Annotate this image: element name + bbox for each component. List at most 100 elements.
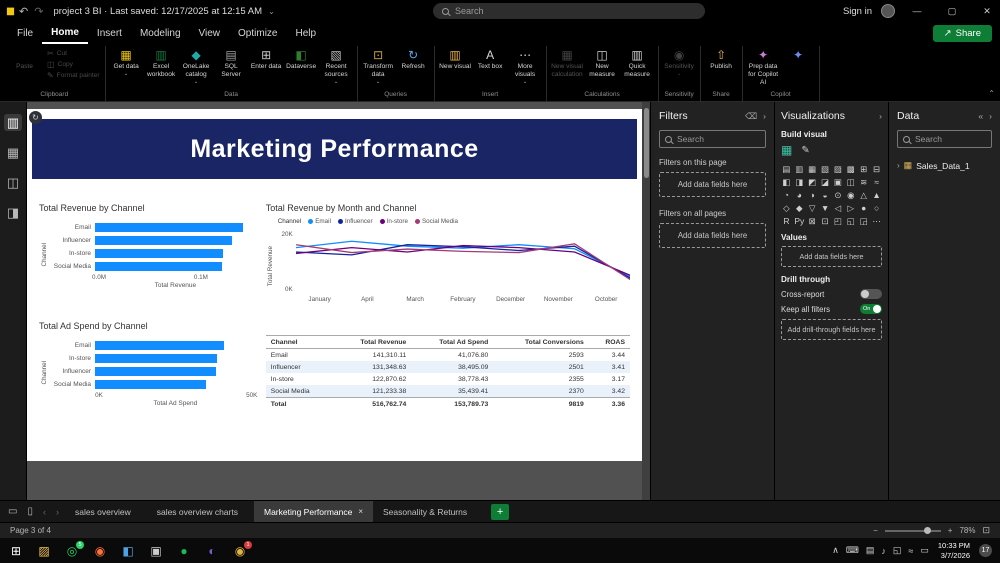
search-input[interactable] xyxy=(455,6,696,16)
collapse-panel-icon[interactable]: › xyxy=(763,111,766,121)
visual-type-icon[interactable]: ▧ xyxy=(820,163,831,175)
filters-search-input[interactable] xyxy=(677,134,760,144)
page-tab[interactable]: Seasonality & Returns xyxy=(373,501,483,522)
scrollbar-thumb[interactable] xyxy=(643,108,649,178)
taskbar-app-icon[interactable]: ◎ 5 xyxy=(64,540,84,558)
maximize-button[interactable]: ▢ xyxy=(939,6,965,17)
data-search-input[interactable] xyxy=(915,134,986,144)
ribbon-button[interactable]: A Text box xyxy=(473,46,508,72)
ribbon-button[interactable]: ↻ Refresh xyxy=(396,46,431,72)
data-search[interactable] xyxy=(897,130,992,148)
visual-type-icon[interactable]: ● xyxy=(858,202,869,214)
canvas-vertical-scrollbar[interactable] xyxy=(642,102,650,500)
tray-icon[interactable]: ∧ xyxy=(832,545,839,556)
channel-summary-table[interactable]: Channel Total Revenue Total Ad Spend Total … xyxy=(252,335,630,410)
tray-icon[interactable]: ▭ xyxy=(920,545,929,556)
legend-item[interactable]: Email xyxy=(308,218,331,225)
visual-type-icon[interactable]: ◲ xyxy=(858,215,869,227)
ribbon-button[interactable]: ▦ New visual calculation xyxy=(550,46,585,80)
report-page[interactable]: ↻ Marketing Performance Total Revenue by… xyxy=(27,109,642,461)
table-row[interactable]: Email 141,310.11 41,076.80 2593 3.44 xyxy=(266,349,630,362)
undo-button[interactable]: ↶ xyxy=(19,5,28,18)
tray-icon[interactable]: ≈ xyxy=(908,546,913,556)
zoom-slider-thumb[interactable] xyxy=(923,527,931,534)
visual-type-icon[interactable]: ▥ xyxy=(794,163,805,175)
filters-all-dropzone[interactable]: Add data fields here xyxy=(659,223,766,248)
tray-icon[interactable]: ♪ xyxy=(881,546,886,556)
table-row[interactable]: In-store 122,870.62 38,778.43 2355 3.17 xyxy=(266,373,630,385)
table-row[interactable]: Social Media 121,233.38 35,439.41 2370 3.42 xyxy=(265,385,630,398)
menu-item[interactable]: View xyxy=(190,22,230,44)
current-visual-icon[interactable]: ▦ xyxy=(781,143,792,157)
ribbon-button[interactable]: ▥ Quick measure xyxy=(620,46,655,80)
visual-type-icon[interactable]: ◉ xyxy=(845,189,856,201)
ribbon-button[interactable]: ◧ Dataverse xyxy=(284,46,319,72)
ribbon-button[interactable]: ▧ Recent sources ⌄ xyxy=(319,46,354,85)
ad-spend-by-channel-bar-chart[interactable]: Total Ad Spend by Channel Channel Email In-… xyxy=(39,321,257,410)
ribbon-button[interactable]: ✦ xyxy=(781,46,816,64)
summary-table[interactable]: Channel Total Revenue Total Ad Spend Total … xyxy=(265,335,630,410)
visual-type-icon[interactable]: Py xyxy=(794,215,805,227)
menu-item[interactable]: File xyxy=(8,22,42,44)
visual-type-icon[interactable]: ≋ xyxy=(858,176,869,188)
ribbon-button[interactable]: ⇧ Publish xyxy=(704,46,739,72)
visual-type-icon[interactable]: ▣ xyxy=(833,176,844,188)
minimize-button[interactable]: — xyxy=(904,6,930,16)
visual-type-icon[interactable]: ▼ xyxy=(820,202,831,214)
format-pencil-icon[interactable]: ✎ xyxy=(801,145,809,156)
tray-icon[interactable]: ◱ xyxy=(893,545,902,556)
legend-item[interactable]: Influencer xyxy=(337,218,373,225)
bar[interactable] xyxy=(95,223,243,232)
collapse-panel-icon[interactable]: « xyxy=(978,111,983,121)
page-tab[interactable]: sales overview xyxy=(65,501,147,522)
taskbar-app-icon[interactable]: ◉ 1 xyxy=(232,540,252,558)
global-search[interactable] xyxy=(433,3,705,19)
close-button[interactable]: ✕ xyxy=(974,6,1000,17)
visual-type-icon[interactable]: ▦ xyxy=(807,163,818,175)
visual-options-icon[interactable]: ↻ xyxy=(29,111,42,124)
visual-type-icon[interactable]: ◧ xyxy=(781,176,792,188)
taskbar-app-icon[interactable]: ▨ xyxy=(36,544,52,558)
visual-type-icon[interactable]: ◑ xyxy=(807,189,818,201)
ribbon-button[interactable]: ▤ SQL Server xyxy=(214,46,249,80)
paste-button[interactable]: ▤ Paste xyxy=(7,46,42,71)
visual-type-icon[interactable]: ◇ xyxy=(781,202,792,214)
legend-item[interactable]: Social Media xyxy=(414,218,458,225)
table-header-cell[interactable]: Total Ad Spend xyxy=(411,335,494,349)
values-dropzone[interactable]: Add data fields here xyxy=(781,246,882,267)
visual-type-icon[interactable]: ○ xyxy=(871,202,882,214)
visual-type-icon[interactable]: ▽ xyxy=(807,202,818,214)
taskbar-app-icon[interactable]: ▣ xyxy=(148,544,164,558)
visual-type-icon[interactable]: ◫ xyxy=(845,176,856,188)
visual-type-icon[interactable]: ◔ xyxy=(781,189,792,201)
fit-to-page-icon[interactable]: ⊡ xyxy=(982,525,990,536)
visual-type-icon[interactable]: △ xyxy=(858,189,869,201)
menu-item[interactable]: Insert xyxy=(88,22,131,44)
desktop-layout-icon[interactable]: ▭ xyxy=(4,506,21,517)
collapse-ribbon-button[interactable]: ⌃ xyxy=(988,89,995,98)
menu-item[interactable]: Help xyxy=(286,22,325,44)
cross-report-toggle[interactable] xyxy=(860,289,882,299)
ribbon-button[interactable]: ⊞ Enter data xyxy=(249,46,284,72)
tray-icon[interactable]: ▤ xyxy=(866,545,875,556)
table-header-cell[interactable]: Total Conversions xyxy=(493,335,589,349)
visual-type-icon[interactable]: ≈ xyxy=(871,176,882,188)
line-chart-plot[interactable] xyxy=(296,229,630,293)
visual-type-icon[interactable]: ▷ xyxy=(845,202,856,214)
bar[interactable] xyxy=(95,249,224,258)
table-header-cell[interactable]: Total Revenue xyxy=(333,335,412,349)
expand-chevron-icon[interactable]: › xyxy=(897,161,900,170)
ribbon-button[interactable]: ⋯ More visuals ⌄ xyxy=(508,46,543,85)
taskbar-app-icon[interactable]: ◧ xyxy=(120,544,136,558)
zoom-slider[interactable] xyxy=(884,527,941,534)
visual-type-icon[interactable]: ◕ xyxy=(794,189,805,201)
visual-type-icon[interactable]: ▤ xyxy=(781,163,792,175)
visual-type-icon[interactable]: ⊡ xyxy=(820,215,831,227)
chevron-icon[interactable]: › xyxy=(989,111,992,121)
visual-type-icon[interactable]: ▲ xyxy=(871,189,882,201)
page-tab[interactable]: sales overview charts xyxy=(147,501,254,522)
revenue-by-month-line-chart[interactable]: Total Revenue by Month and Channel Channe… xyxy=(252,203,630,303)
next-page-icon[interactable]: › xyxy=(52,507,63,517)
ribbon-button[interactable]: ◉ Sensitivity ⌄ xyxy=(662,46,697,77)
visual-type-icon[interactable]: ◨ xyxy=(794,176,805,188)
